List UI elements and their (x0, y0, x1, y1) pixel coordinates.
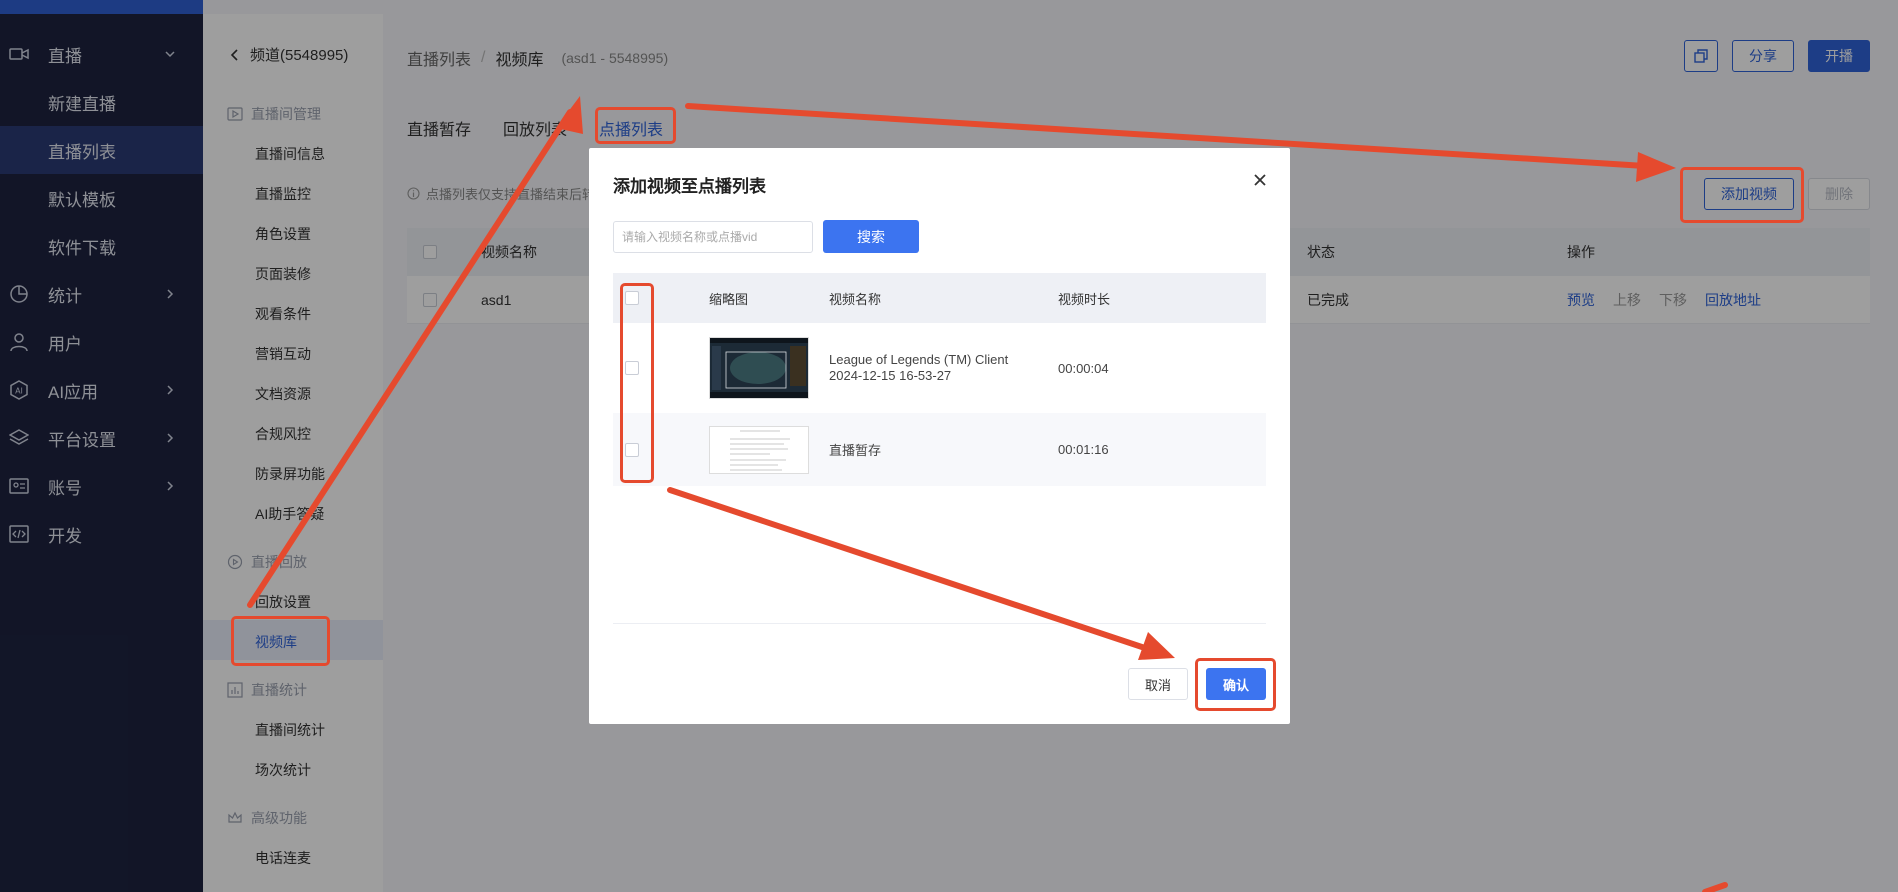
annotation-box-confirm (1195, 658, 1276, 711)
column-header-thumb: 缩略图 (709, 291, 749, 307)
annotation-box-video-library (231, 616, 330, 666)
video-search-input[interactable] (613, 221, 813, 253)
game-screenshot-thumbnail (710, 338, 808, 398)
annotation-box-vod-tab (595, 107, 676, 144)
add-video-dialog: 添加视频至点播列表 搜索 缩略图 视频名称 视频时长 (589, 148, 1290, 724)
annotation-box-add-video (1680, 167, 1804, 223)
video-name: 直播暂存 (829, 443, 882, 458)
dialog-title: 添加视频至点播列表 (613, 177, 766, 196)
dialog-table-header: 缩略图 视频名称 视频时长 (613, 273, 1266, 323)
dialog-video-row[interactable]: League of Legends (TM) Client 2024-12-15… (613, 323, 1266, 413)
video-thumbnail (709, 337, 809, 399)
dialog-video-row[interactable]: 直播暂存 00:01:16 (613, 413, 1266, 486)
video-duration: 00:00:04 (1058, 360, 1109, 376)
video-name: League of Legends (TM) Client 2024-12-15… (829, 352, 1009, 383)
document-thumbnail (710, 426, 808, 473)
column-header-duration: 视频时长 (1058, 291, 1111, 307)
dialog-divider (613, 623, 1266, 624)
cancel-button[interactable]: 取消 (1128, 668, 1188, 700)
column-header-name: 视频名称 (829, 291, 882, 307)
close-icon[interactable] (1252, 172, 1268, 188)
video-thumbnail (709, 425, 809, 474)
annotation-box-checkboxes (620, 283, 654, 483)
video-duration: 00:01:16 (1058, 442, 1109, 457)
dialog-video-table: 缩略图 视频名称 视频时长 League of Legends (TM) Cli… (613, 273, 1266, 486)
search-button[interactable]: 搜索 (823, 220, 919, 253)
